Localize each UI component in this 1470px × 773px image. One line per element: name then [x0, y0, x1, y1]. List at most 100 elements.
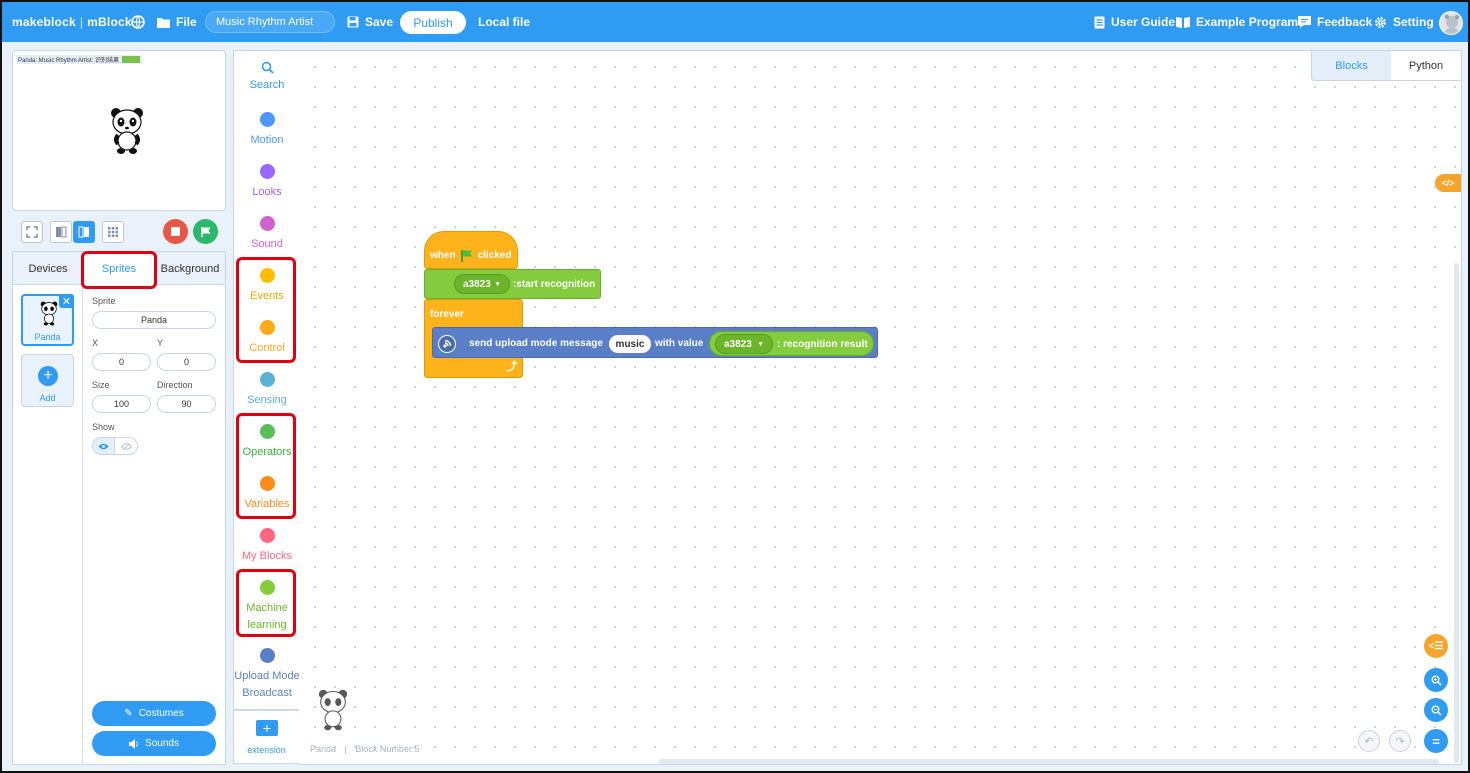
current-sprite-icon [318, 688, 348, 737]
vertical-scrollbar[interactable] [1454, 263, 1459, 763]
category-sensing-label: Sensing [247, 394, 287, 406]
code-view-tabs: Blocks Python [1311, 51, 1461, 81]
file-menu[interactable]: File [157, 2, 197, 42]
zoom-out-icon [1431, 705, 1442, 716]
green-flag-icon [460, 250, 473, 262]
show-label: Show [92, 422, 115, 432]
show-eye-icon[interactable] [93, 438, 116, 454]
tab-blocks[interactable]: Blocks [1311, 51, 1391, 81]
broadcast-icon [438, 335, 456, 353]
example-programs-label: Example Programs [1196, 15, 1305, 29]
fullscreen-icon [26, 226, 38, 238]
language-globe-icon[interactable] [130, 2, 146, 42]
horizontal-scrollbar[interactable] [659, 759, 1439, 764]
code-panel-toggle-icon[interactable]: </> [1435, 174, 1461, 192]
reporter-model-dropdown[interactable]: a3823 ▼ [715, 334, 773, 354]
with-value-label: with value [655, 338, 704, 349]
setting-menu[interactable]: Setting [1374, 2, 1434, 42]
project-name-input[interactable] [205, 11, 335, 33]
local-file-label: Local file [478, 15, 531, 29]
undo-button[interactable]: ↶ [1358, 730, 1380, 752]
hide-eye-icon[interactable] [115, 438, 137, 454]
local-file-button[interactable]: Local file [478, 2, 530, 42]
category-motion[interactable]: Motion [234, 112, 300, 149]
send-upload-message-block[interactable]: send upload mode message music with valu… [432, 327, 878, 358]
redo-button[interactable]: ↷ [1389, 730, 1411, 752]
size-label: Size [92, 380, 110, 390]
category-looks[interactable]: Looks [234, 164, 300, 201]
delete-sprite-icon[interactable]: ✕ [59, 294, 74, 308]
user-guide-label: User Guide [1111, 15, 1176, 29]
block-count: Block Number:5 [355, 744, 420, 754]
grid-view-button[interactable] [102, 221, 124, 243]
add-sprite-button[interactable]: + Add [21, 354, 74, 407]
when-flag-clicked-block[interactable]: when clicked [424, 231, 518, 269]
category-sensing[interactable]: Sensing [234, 372, 300, 409]
x-field[interactable]: 0 [92, 353, 151, 371]
model-dropdown-value: a3823 [463, 278, 491, 290]
clean-up-button[interactable]: <☰ [1424, 634, 1448, 658]
start-recognition-block[interactable]: a3823 ▼ :start recognition [424, 269, 601, 299]
start-recognition-label: :start recognition [513, 279, 596, 290]
tab-devices[interactable]: Devices [13, 252, 83, 285]
sprite-list: ✕ Panda + Add [13, 285, 83, 765]
direction-label: Direction [157, 380, 193, 390]
publish-button[interactable]: Publish [400, 11, 466, 34]
model-dropdown[interactable]: a3823 ▼ [454, 274, 510, 294]
feedback-label: Feedback [1317, 15, 1373, 29]
tab-python[interactable]: Python [1391, 51, 1461, 81]
sounds-button[interactable]: Sounds [92, 731, 216, 756]
zoom-in-icon [1431, 675, 1442, 686]
costumes-button[interactable]: ✎ Costumes [92, 701, 216, 726]
chat-icon [1298, 16, 1311, 28]
dropdown-arrow-icon: ▼ [494, 280, 501, 288]
y-field[interactable]: 0 [157, 353, 216, 371]
recognition-result-reporter[interactable]: a3823 ▼ : recognition result [709, 331, 874, 356]
add-sprite-label: Add [39, 393, 56, 403]
panda-sprite-image[interactable] [110, 107, 144, 160]
app-window: makeblock | mBlock File Save Publish Loc… [0, 0, 1470, 773]
message-input[interactable]: music [609, 335, 651, 353]
brand-name: makeblock [12, 15, 76, 29]
tab-background[interactable]: Background [155, 252, 225, 285]
category-upload-mode-broadcast[interactable]: Upload Mode Broadcast [234, 648, 300, 702]
loop-arrow-icon: ⤴ [506, 361, 517, 373]
x-label: X [92, 338, 99, 348]
script-workspace[interactable]: Blocks Python </> when clicked a3823 ▼ :… [299, 50, 1462, 765]
send-message-label: send upload mode message [469, 338, 603, 349]
stage[interactable]: Panda: Music Rhythm Artist: 识别结果 [12, 50, 226, 211]
normal-stage-button[interactable] [73, 221, 95, 243]
direction-field[interactable]: 90 [157, 395, 216, 413]
example-programs-link[interactable]: Example Programs [1176, 2, 1305, 42]
sprite-card-label: Panda [34, 332, 61, 342]
category-search[interactable]: Search [234, 61, 300, 94]
small-stage-button[interactable] [50, 221, 72, 243]
size-field[interactable]: 100 [92, 395, 151, 413]
flag-icon [200, 226, 210, 237]
feedback-link[interactable]: Feedback [1298, 2, 1372, 42]
extension-button[interactable]: + extension [233, 710, 299, 764]
green-flag-button[interactable] [193, 219, 218, 244]
gear-icon [1375, 16, 1386, 28]
add-extension-icon: + [256, 720, 278, 736]
reset-zoom-button[interactable]: = [1424, 729, 1448, 753]
save-button[interactable]: Save [347, 2, 393, 42]
save-label: Save [365, 15, 394, 29]
fullscreen-button[interactable] [21, 221, 43, 243]
category-sound[interactable]: Sound [234, 216, 300, 253]
category-my-blocks[interactable]: My Blocks [234, 528, 300, 565]
variable-monitor: Panda: Music Rhythm Artist: 识别结果 [16, 55, 143, 64]
user-guide-link[interactable]: User Guide [1094, 2, 1175, 42]
zoom-in-button[interactable] [1424, 668, 1448, 692]
sprite-panel: Devices Sprites Background ✕ Panda + Add [12, 251, 226, 765]
sprite-card-panda[interactable]: ✕ Panda [21, 294, 74, 346]
save-icon [347, 16, 359, 28]
sprite-name-field[interactable]: Panda [92, 311, 216, 329]
file-menu-label: File [176, 15, 197, 29]
stop-button[interactable] [163, 219, 188, 244]
stop-icon [171, 227, 180, 236]
user-avatar[interactable] [1439, 11, 1463, 35]
mblock-logo: makeblock | mBlock [12, 15, 132, 29]
zoom-out-button[interactable] [1424, 698, 1448, 722]
category-looks-label: Looks [252, 186, 282, 198]
